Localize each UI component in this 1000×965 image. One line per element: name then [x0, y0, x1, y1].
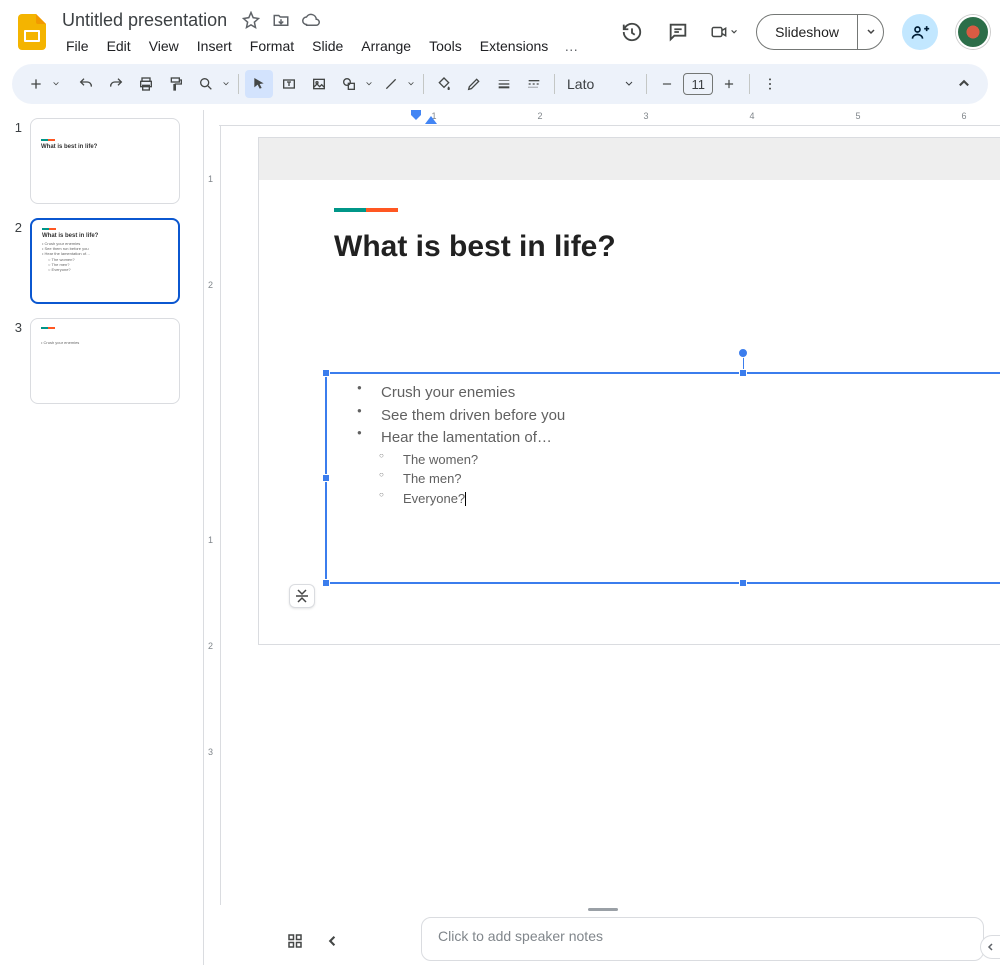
- indent-marker-first-line-icon[interactable]: [425, 116, 437, 124]
- menu-format[interactable]: Format: [242, 35, 302, 57]
- slideshow-dropdown[interactable]: [857, 15, 883, 49]
- font-family-select[interactable]: Lato: [561, 76, 640, 92]
- text-caret: [465, 492, 466, 506]
- sub-bullet-item[interactable]: The women?: [347, 450, 1000, 470]
- comments-icon[interactable]: [664, 18, 692, 46]
- account-avatar[interactable]: [956, 15, 990, 49]
- font-size-increase[interactable]: [715, 70, 743, 98]
- side-panel-toggle[interactable]: [980, 935, 1000, 959]
- menu-bar: File Edit View Insert Format Slide Arran…: [58, 35, 584, 57]
- move-icon[interactable]: [271, 10, 291, 30]
- resize-handle[interactable]: [739, 369, 747, 377]
- slides-app-icon[interactable]: [14, 14, 50, 50]
- bullet-item[interactable]: Hear the lamentation of…: [347, 427, 1000, 450]
- collapse-toolbar-button[interactable]: [950, 70, 978, 98]
- line-tool[interactable]: [377, 70, 405, 98]
- thumbnail-2[interactable]: What is best in life? • Crush your enemi…: [30, 218, 180, 304]
- speaker-notes-input[interactable]: Click to add speaker notes: [421, 917, 984, 961]
- more-options-button[interactable]: [756, 70, 784, 98]
- menu-extensions[interactable]: Extensions: [472, 35, 556, 57]
- zoom-dropdown[interactable]: [220, 80, 232, 88]
- history-icon[interactable]: [618, 18, 646, 46]
- resize-handle[interactable]: [739, 579, 747, 587]
- slide-canvas[interactable]: What is best in life?: [259, 138, 1000, 644]
- slide-header-band: [259, 138, 1000, 180]
- print-button[interactable]: [132, 70, 160, 98]
- paint-format-button[interactable]: [162, 70, 190, 98]
- slideshow-button[interactable]: Slideshow: [757, 15, 857, 49]
- menu-tools[interactable]: Tools: [421, 35, 470, 57]
- menu-arrange[interactable]: Arrange: [353, 35, 419, 57]
- bullet-item[interactable]: See them driven before you: [347, 405, 1000, 428]
- zoom-button[interactable]: [192, 70, 220, 98]
- thumbnail-1[interactable]: What is best in life?: [30, 118, 180, 204]
- autofit-handle-icon[interactable]: [289, 584, 315, 608]
- filmstrip[interactable]: 1 What is best in life? 2 What is best i…: [0, 110, 205, 965]
- sub-bullet-item[interactable]: The men?: [347, 469, 1000, 489]
- body-textbox[interactable]: Crush your enemies See them driven befor…: [325, 372, 1000, 584]
- font-name-label: Lato: [567, 76, 594, 92]
- collapse-filmstrip-icon[interactable]: [326, 934, 340, 948]
- shape-tool[interactable]: [335, 70, 363, 98]
- resize-handle[interactable]: [322, 369, 330, 377]
- fill-color-button[interactable]: [430, 70, 458, 98]
- doc-title[interactable]: Untitled presentation: [58, 8, 231, 33]
- redo-button[interactable]: [102, 70, 130, 98]
- font-size-decrease[interactable]: [653, 70, 681, 98]
- thumbnail-3[interactable]: • Crush your enemies: [30, 318, 180, 404]
- slide-title[interactable]: What is best in life?: [334, 230, 1000, 264]
- toolbar: Lato 11: [12, 64, 988, 104]
- ruler-horizontal[interactable]: 1 2 3 4 5 6: [219, 110, 1000, 126]
- cloud-status-icon[interactable]: [301, 10, 321, 30]
- menu-view[interactable]: View: [141, 35, 187, 57]
- undo-button[interactable]: [72, 70, 100, 98]
- bullet-item[interactable]: Crush your enemies: [347, 382, 1000, 405]
- indent-marker-left-icon[interactable]: [409, 108, 423, 122]
- slide-number: 2: [10, 218, 22, 304]
- menu-file[interactable]: File: [58, 35, 97, 57]
- menu-edit[interactable]: Edit: [99, 35, 139, 57]
- border-dash-button[interactable]: [520, 70, 548, 98]
- resize-handle[interactable]: [322, 474, 330, 482]
- new-slide-dropdown[interactable]: [50, 80, 62, 88]
- border-weight-button[interactable]: [490, 70, 518, 98]
- border-color-button[interactable]: [460, 70, 488, 98]
- slide-number: 3: [10, 318, 22, 404]
- slide-number: 1: [10, 118, 22, 204]
- slideshow-button-group: Slideshow: [756, 14, 884, 50]
- menu-slide[interactable]: Slide: [304, 35, 351, 57]
- notes-splitter[interactable]: [205, 905, 1000, 913]
- accent-bar: [334, 208, 398, 212]
- rotate-handle[interactable]: [738, 348, 748, 358]
- canvas-viewport[interactable]: What is best in life?: [221, 126, 1000, 905]
- menu-overflow[interactable]: …: [558, 35, 584, 57]
- line-dropdown[interactable]: [405, 80, 417, 88]
- grid-view-icon[interactable]: [286, 932, 304, 950]
- new-slide-button[interactable]: [22, 70, 50, 98]
- shape-dropdown[interactable]: [363, 80, 375, 88]
- sub-bullet-item[interactable]: Everyone?: [347, 489, 1000, 509]
- title-bar: Untitled presentation File Edit View Ins…: [0, 0, 1000, 58]
- star-icon[interactable]: [241, 10, 261, 30]
- menu-insert[interactable]: Insert: [189, 35, 240, 57]
- resize-handle[interactable]: [322, 579, 330, 587]
- meet-icon[interactable]: [710, 18, 738, 46]
- share-button[interactable]: [902, 14, 938, 50]
- select-tool[interactable]: [245, 70, 273, 98]
- image-tool[interactable]: [305, 70, 333, 98]
- textbox-tool[interactable]: [275, 70, 303, 98]
- font-size-input[interactable]: 11: [683, 73, 713, 95]
- ruler-vertical[interactable]: 1 2 1 2 3: [205, 126, 221, 905]
